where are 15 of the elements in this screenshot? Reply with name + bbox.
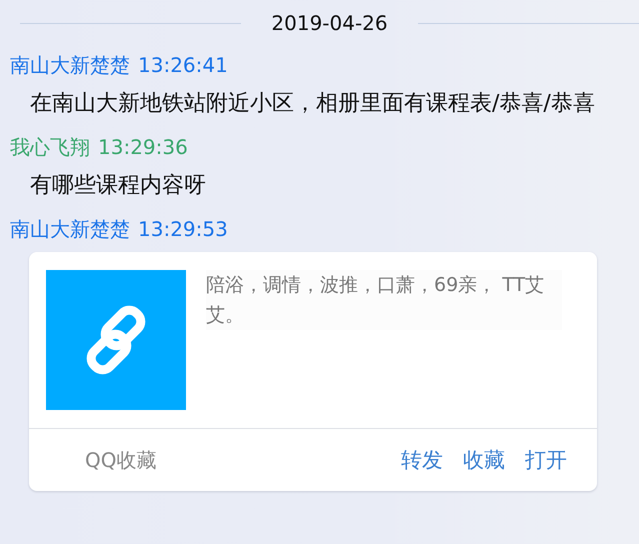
date-label: 2019-04-26 — [271, 11, 388, 35]
link-icon — [46, 270, 186, 410]
link-card[interactable]: 陪浴，调情，波推，口萧，69亲， TT艾艾。 QQ收藏 转发 收藏 打开 — [29, 252, 597, 491]
card-action-link[interactable]: 收藏 — [463, 446, 505, 474]
source-label: QQ收藏 — [85, 446, 158, 474]
message-time: 13:29:36 — [98, 135, 188, 159]
message-text: 在南山大新地铁站附近小区，相册里面有课程表/恭喜/恭喜 — [29, 90, 596, 118]
card-action-link[interactable]: 转发 — [401, 446, 443, 474]
sender-name: 南山大新楚楚 — [10, 52, 130, 78]
message-time: 13:26:41 — [138, 53, 228, 77]
message-text: 有哪些课程内容呀 — [29, 172, 207, 200]
sender-name: 我心飞翔 — [10, 134, 90, 160]
message-time: 13:29:53 — [138, 217, 228, 241]
card-action-link[interactable]: 打开 — [525, 446, 567, 474]
sender-name: 南山大新楚楚 — [10, 216, 130, 242]
